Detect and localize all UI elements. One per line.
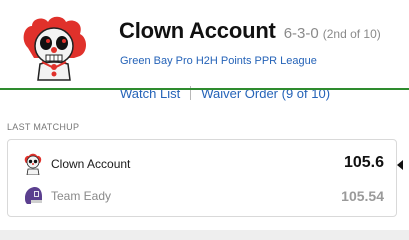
team-rank: (2nd of 10) <box>322 27 381 41</box>
matchup-row[interactable]: Clown Account 105.6 <box>8 149 396 179</box>
winner-indicator-icon <box>397 160 403 170</box>
last-matchup-label: LAST MATCHUP <box>7 122 80 132</box>
bottom-strip <box>0 230 409 240</box>
team-title: Clown Account 6-3-0 (2nd of 10) <box>119 18 381 44</box>
matchup-team-score: 105.6 <box>343 154 384 171</box>
matchup-team-name: Clown Account <box>51 157 131 171</box>
matchup-team-score: 105.54 <box>341 188 384 204</box>
helmet-icon <box>25 187 42 204</box>
team-name: Clown Account <box>119 18 276 43</box>
clown-icon <box>24 153 42 175</box>
matchup-team-name: Team Eady <box>51 189 112 203</box>
team-record: 6-3-0 <box>283 25 319 42</box>
matchup-card[interactable]: Clown Account 105.6 Team Eady 105.54 <box>7 139 403 217</box>
clown-avatar-icon <box>23 16 86 81</box>
header-accent-bar <box>0 88 409 90</box>
league-link[interactable]: Green Bay Pro H2H Points PPR League <box>120 55 317 67</box>
matchup-row[interactable]: Team Eady 105.54 <box>8 181 396 211</box>
team-header: Clown Account 6-3-0 (2nd of 10) Green Bay … <box>0 0 409 101</box>
